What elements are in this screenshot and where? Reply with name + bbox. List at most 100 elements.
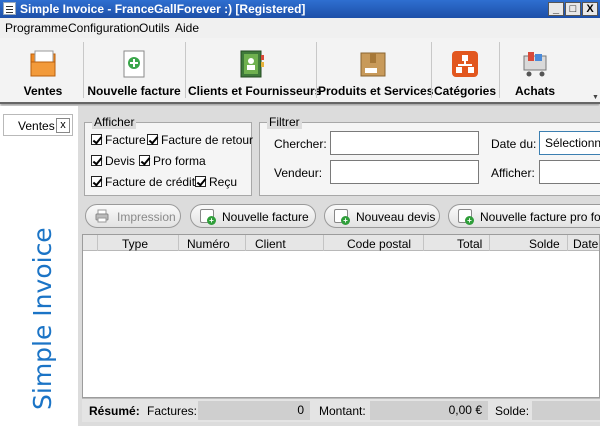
minimize-button[interactable]: _	[548, 2, 564, 16]
checkbox-facture-retour[interactable]: Facture de retour	[147, 133, 253, 147]
checkbox-box[interactable]	[91, 176, 102, 187]
column-separator	[423, 235, 424, 251]
vendeur-input[interactable]	[330, 160, 479, 184]
sales-folder-icon	[30, 50, 56, 77]
nouvelle-pro-forma-button[interactable]: + Nouvelle facture pro fo	[448, 204, 600, 228]
title-bar: Simple Invoice - FranceGallForever :) [R…	[0, 0, 600, 18]
vendeur-label: Vendeur:	[274, 166, 323, 180]
checkbox-box[interactable]	[147, 134, 158, 145]
summary-bar: Résumé: Factures: 0 Montant: 0,00 € Sold…	[82, 398, 600, 422]
filtrer-group: Filtrer Chercher: Date du: Sélectionne V…	[259, 115, 600, 196]
shopping-cart-icon	[523, 52, 547, 77]
column-separator	[567, 235, 568, 251]
column-total[interactable]: Total	[457, 237, 482, 251]
menu-bar: Programme Configuration Outils Aide	[0, 18, 600, 38]
resume-label: Résumé:	[89, 404, 140, 418]
ribbon-toolbar: Ventes Nouvelle facture Clients et Fourn…	[0, 38, 600, 104]
new-document-icon: +	[200, 209, 216, 225]
montant-value: 0,00 €	[370, 401, 488, 420]
column-date[interactable]: Date	[573, 237, 598, 251]
checkbox-label: Facture	[105, 133, 146, 147]
checkbox-label: Devis	[105, 154, 136, 168]
solde-label: Solde:	[495, 404, 530, 418]
close-button[interactable]: X	[582, 2, 598, 16]
nouveau-devis-button[interactable]: + Nouveau devis	[324, 204, 440, 228]
checkbox-box[interactable]	[91, 134, 102, 145]
tab-close-button[interactable]: x	[56, 118, 70, 133]
checkbox-box[interactable]	[91, 155, 102, 166]
column-client[interactable]: Client	[255, 237, 286, 251]
ribbon-clients-fournisseurs-label: Clients et Fournisseurs	[188, 84, 322, 98]
date-du-select[interactable]: Sélectionne	[539, 131, 600, 155]
checkbox-label: Reçu	[209, 175, 238, 189]
new-document-icon: +	[458, 209, 474, 225]
column-numero[interactable]: Numéro	[187, 237, 230, 251]
chercher-input[interactable]	[330, 131, 479, 155]
categories-icon	[452, 51, 478, 77]
ribbon-separator	[316, 42, 317, 98]
tab-ventes-label: Ventes	[18, 119, 55, 133]
ribbon-categories-label: Catégories	[433, 84, 497, 98]
afficher-group: Afficher Facture Facture de retour Devis…	[84, 115, 253, 196]
afficher-filter-select[interactable]	[539, 160, 600, 184]
ribbon-categories-button[interactable]: Catégories	[433, 40, 497, 100]
app-icon	[3, 2, 16, 15]
new-document-icon: +	[334, 209, 350, 225]
nouveau-devis-label: Nouveau devis	[356, 210, 436, 224]
checkbox-label: Facture de retour	[161, 133, 254, 147]
afficher-title: Afficher	[92, 115, 137, 129]
ribbon-separator	[431, 42, 432, 98]
column-code-postal[interactable]: Code postal	[347, 237, 411, 251]
new-invoice-icon	[123, 50, 145, 78]
ribbon-produits-services-button[interactable]: Produits et Services	[318, 40, 433, 100]
ribbon-achats-label: Achats	[514, 84, 555, 98]
column-type[interactable]: Type	[122, 237, 148, 251]
checkbox-recu[interactable]: Reçu	[195, 175, 237, 189]
date-du-label: Date du:	[491, 137, 537, 151]
checkbox-box[interactable]	[139, 155, 150, 166]
checkbox-box[interactable]	[195, 176, 206, 187]
checkbox-facture-credit[interactable]: Facture de crédit	[91, 175, 195, 189]
column-separator	[97, 235, 98, 251]
main-panel: Afficher Facture Facture de retour Devis…	[78, 106, 600, 426]
ribbon-separator	[185, 42, 186, 98]
nouvelle-facture-label: Nouvelle facture	[222, 210, 309, 224]
solde-value	[532, 401, 600, 420]
tab-ventes[interactable]: Ventes x	[3, 114, 73, 136]
product-box-icon	[360, 52, 386, 77]
ribbon-ventes-label: Ventes	[23, 84, 63, 98]
checkbox-facture[interactable]: Facture	[91, 133, 146, 147]
maximize-button[interactable]: □	[565, 2, 581, 16]
window-title: Simple Invoice - FranceGallForever :) [R…	[20, 2, 306, 16]
address-book-icon	[240, 50, 264, 78]
nouvelle-facture-button[interactable]: + Nouvelle facture	[190, 204, 316, 228]
chercher-label: Chercher:	[274, 137, 327, 151]
afficher-filter-label: Afficher:	[491, 166, 535, 180]
table-header: Type Numéro Client Code postal Total Sol…	[83, 235, 599, 251]
impression-label: Impression	[117, 210, 176, 224]
ribbon-nouvelle-facture-label: Nouvelle facture	[87, 84, 181, 98]
ribbon-scroll-down-icon[interactable]: ▼	[592, 94, 599, 101]
ribbon-clients-fournisseurs-button[interactable]: Clients et Fournisseurs	[188, 40, 322, 100]
column-solde[interactable]: Solde	[529, 237, 560, 251]
checkbox-pro-forma[interactable]: Pro forma	[139, 154, 206, 168]
menu-configuration[interactable]: Configuration	[68, 21, 139, 35]
filtrer-title: Filtrer	[267, 115, 302, 129]
column-separator	[323, 235, 324, 251]
factures-count: 0	[198, 401, 310, 420]
menu-outils[interactable]: Outils	[139, 21, 170, 35]
ribbon-nouvelle-facture-button[interactable]: Nouvelle facture	[86, 40, 182, 100]
menu-aide[interactable]: Aide	[175, 21, 199, 35]
brand-logo-text: Simple Invoice	[28, 227, 57, 410]
checkbox-label: Facture de crédit	[105, 175, 196, 189]
ribbon-ventes-button[interactable]: Ventes	[6, 40, 80, 100]
invoice-table[interactable]: Type Numéro Client Code postal Total Sol…	[82, 234, 600, 398]
menu-programme[interactable]: Programme	[5, 21, 68, 35]
column-separator	[489, 235, 490, 251]
factures-label: Factures:	[147, 404, 198, 418]
montant-label: Montant:	[319, 404, 366, 418]
impression-button[interactable]: Impression	[85, 204, 181, 228]
ribbon-achats-button[interactable]: Achats	[502, 40, 568, 100]
ribbon-separator	[499, 42, 500, 98]
checkbox-devis[interactable]: Devis	[91, 154, 135, 168]
